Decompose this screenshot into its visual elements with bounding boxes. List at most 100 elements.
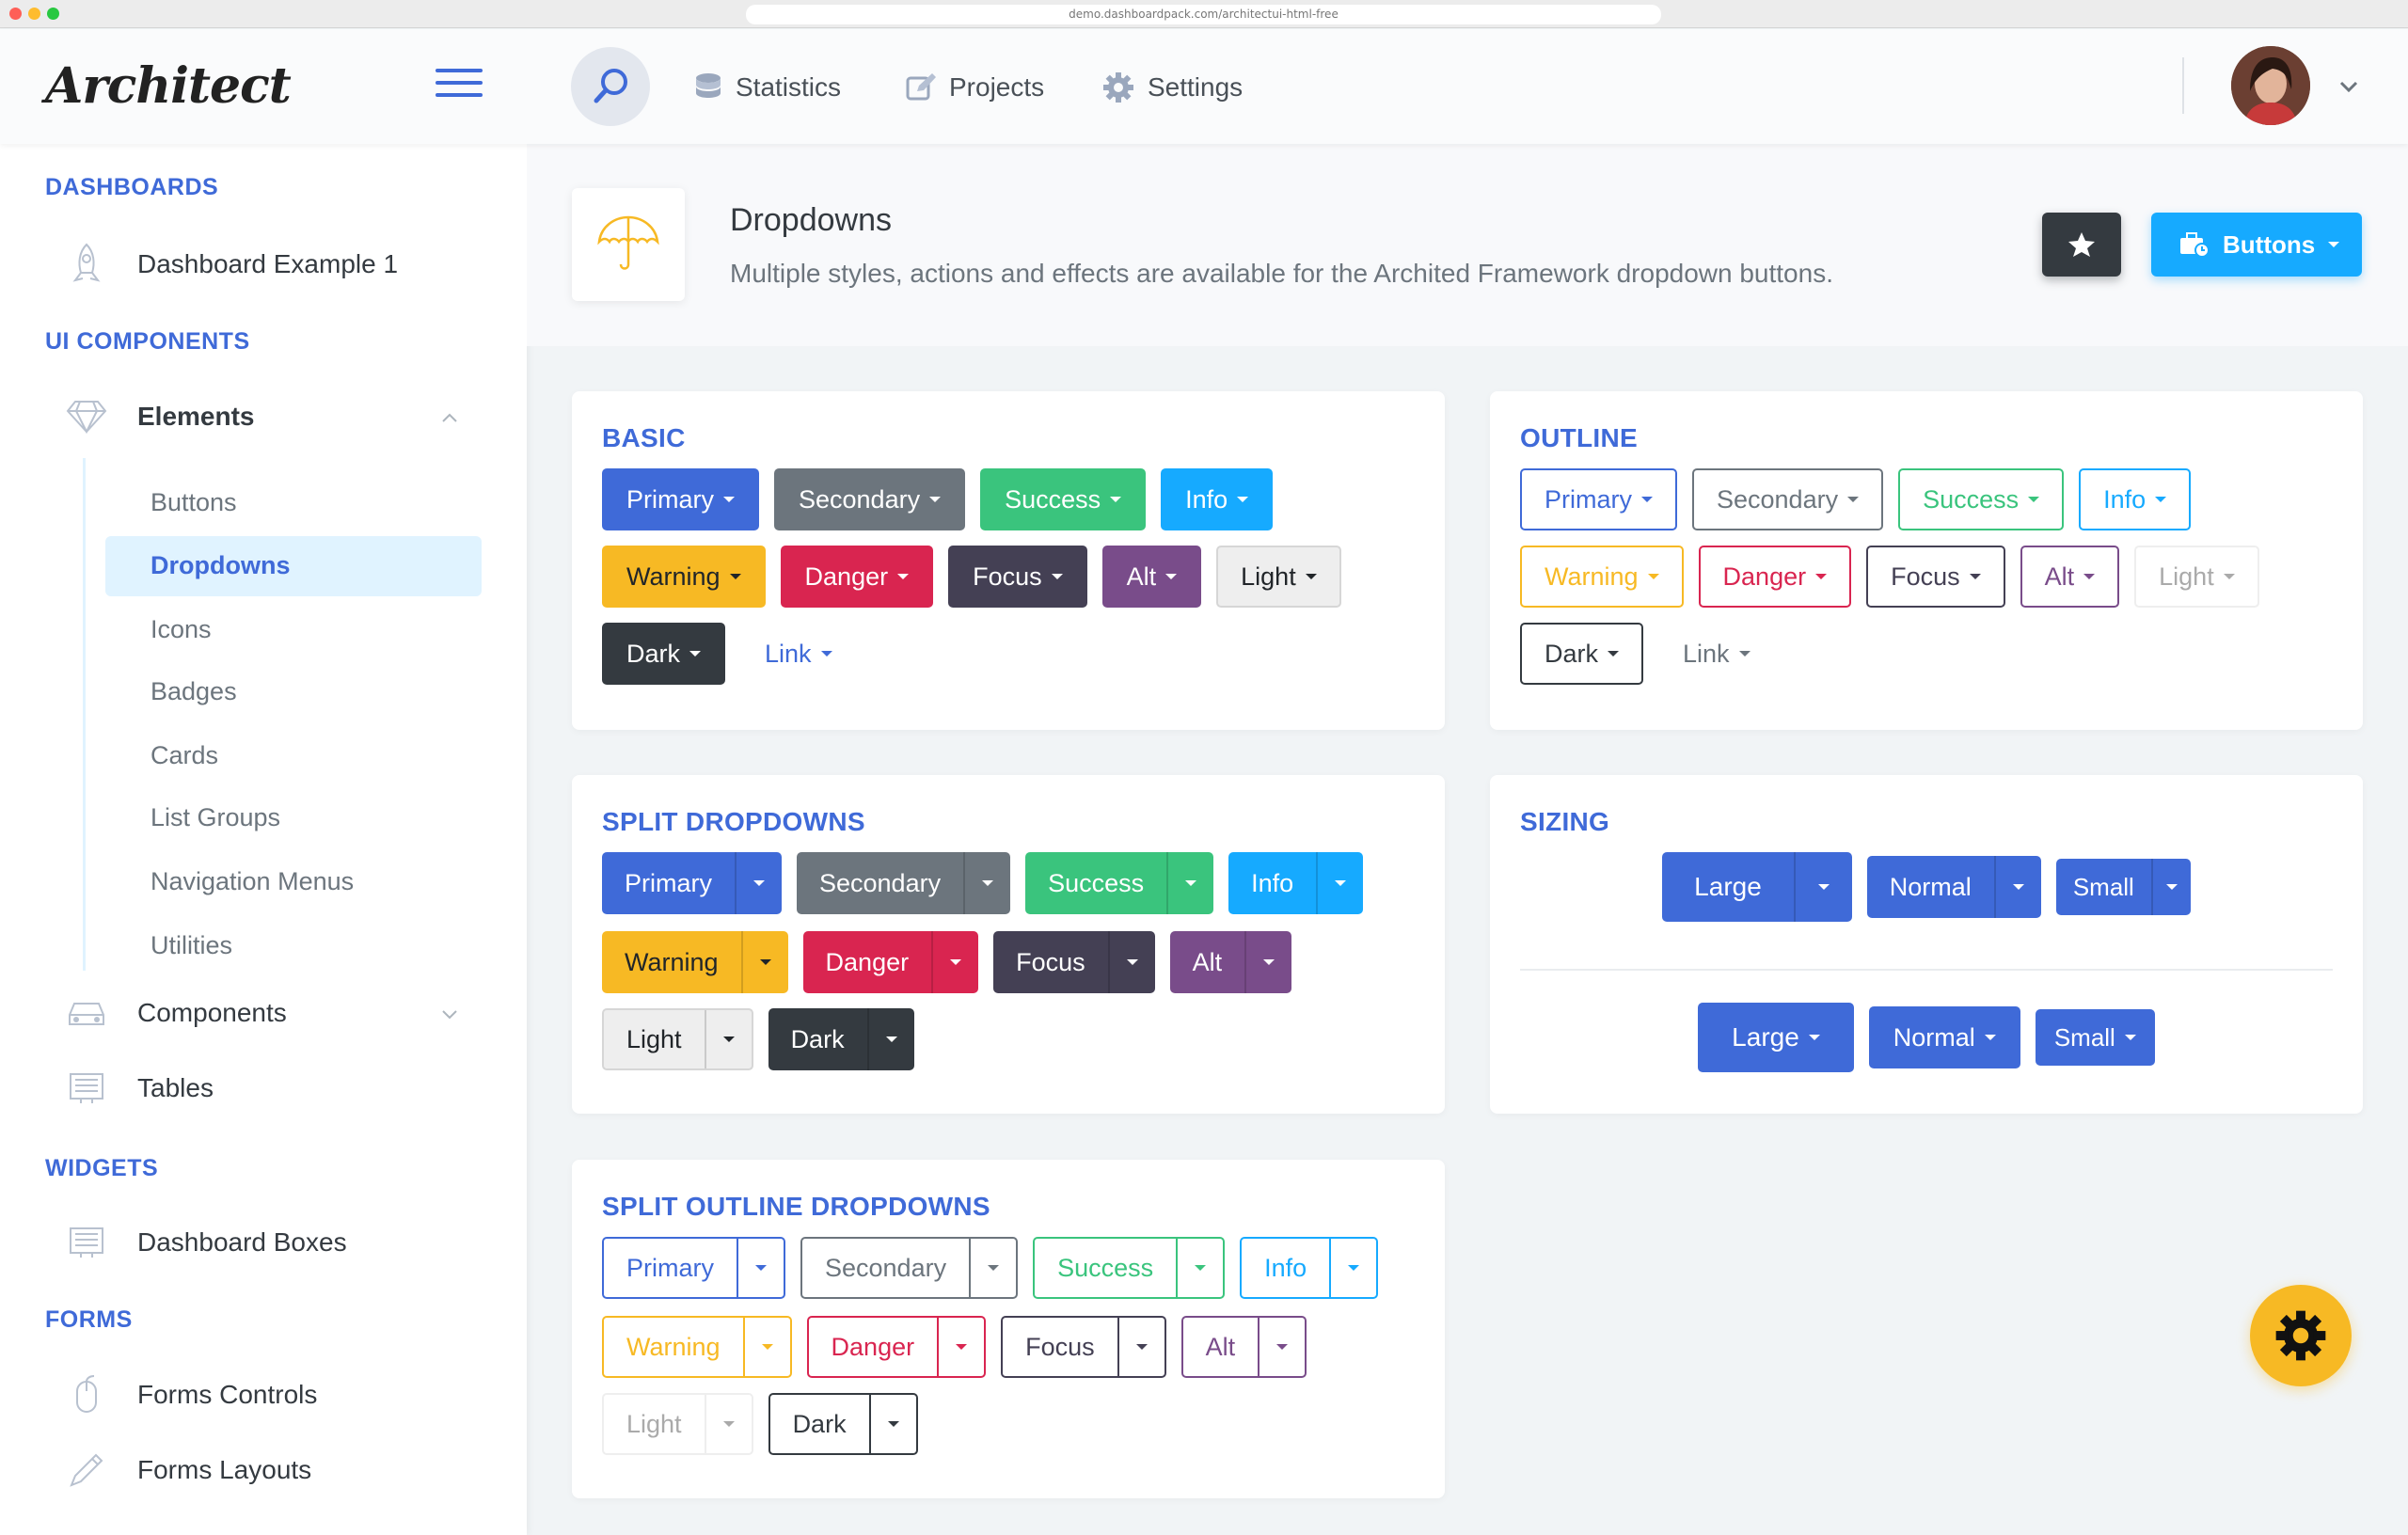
split-dropdown-dark[interactable]: Dark — [768, 1008, 914, 1070]
split-dropdown-large[interactable]: Large — [1662, 852, 1852, 922]
split-toggle[interactable] — [1176, 1239, 1223, 1297]
dropdown-light[interactable]: Light — [1216, 546, 1341, 608]
dropdown-focus[interactable]: Focus — [948, 546, 1087, 608]
sidebar-item-forms-controls[interactable]: Forms Controls — [64, 1372, 317, 1417]
split-toggle[interactable] — [740, 931, 788, 993]
split-toggle[interactable] — [735, 852, 782, 914]
split-toggle[interactable] — [1258, 1318, 1305, 1376]
outline-dropdown-primary[interactable]: Primary — [1520, 468, 1677, 530]
split-dropdown-alt[interactable]: Alt — [1169, 931, 1292, 993]
maximize-window-icon[interactable] — [47, 8, 59, 20]
split-outline-focus[interactable]: Focus — [1001, 1316, 1166, 1378]
dropdown-small[interactable]: Small — [2035, 1009, 2155, 1066]
chevron-down-icon[interactable] — [2335, 72, 2363, 101]
sidebar-sub-buttons[interactable]: Buttons — [150, 488, 237, 517]
sidebar-sub-navigation-menus[interactable]: Navigation Menus — [150, 867, 354, 896]
dropdown-success[interactable]: Success — [980, 468, 1147, 530]
split-dropdown-light[interactable]: Light — [602, 1008, 753, 1070]
address-bar[interactable]: demo.dashboardpack.com/architectui-html-… — [746, 5, 1661, 24]
dropdown-primary[interactable]: Primary — [602, 468, 759, 530]
split-outline-alt[interactable]: Alt — [1180, 1316, 1307, 1378]
split-toggle[interactable] — [969, 1239, 1016, 1297]
dropdown-danger[interactable]: Danger — [780, 546, 934, 608]
split-toggle[interactable] — [1316, 852, 1363, 914]
split-dropdown-success[interactable]: Success — [1025, 852, 1214, 914]
split-toggle[interactable] — [937, 1318, 984, 1376]
split-toggle[interactable] — [742, 1318, 790, 1376]
split-toggle[interactable] — [1107, 931, 1155, 993]
sidebar-item-dashboard-boxes[interactable]: Dashboard Boxes — [64, 1220, 347, 1265]
dropdown-dark[interactable]: Dark — [602, 623, 726, 685]
split-toggle[interactable] — [868, 1395, 916, 1453]
split-toggle[interactable] — [704, 1395, 752, 1453]
dropdown-link[interactable]: Link — [740, 623, 857, 685]
nav-settings[interactable]: Settings — [1102, 71, 1243, 104]
close-window-icon[interactable] — [9, 8, 22, 20]
split-toggle[interactable] — [737, 1239, 784, 1297]
outline-dropdown-warning[interactable]: Warning — [1520, 546, 1684, 608]
dropdown-info[interactable]: Info — [1161, 468, 1274, 530]
split-toggle[interactable] — [2150, 859, 2191, 915]
split-outline-success[interactable]: Success — [1033, 1237, 1226, 1299]
dropdown-normal[interactable]: Normal — [1868, 1006, 2020, 1068]
split-toggle[interactable] — [1166, 852, 1213, 914]
outline-dropdown-light[interactable]: Light — [2134, 546, 2259, 608]
split-outline-primary[interactable]: Primary — [602, 1237, 785, 1299]
sidebar-sub-utilities[interactable]: Utilities — [150, 931, 232, 960]
chevron-up-icon[interactable] — [438, 408, 461, 427]
outline-dropdown-link[interactable]: Link — [1658, 623, 1775, 685]
sidebar-item-dashboard-example-1[interactable]: Dashboard Example 1 — [64, 242, 398, 287]
outline-dropdown-info[interactable]: Info — [2079, 468, 2192, 530]
split-outline-danger[interactable]: Danger — [806, 1316, 987, 1378]
split-toggle[interactable] — [1993, 856, 2041, 918]
theme-settings-button[interactable] — [2250, 1285, 2352, 1386]
split-dropdown-info[interactable]: Info — [1228, 852, 1364, 914]
outline-dropdown-secondary[interactable]: Secondary — [1692, 468, 1884, 530]
dropdown-secondary[interactable]: Secondary — [774, 468, 966, 530]
sidebar-sub-dropdowns[interactable]: Dropdowns — [150, 551, 291, 580]
dropdown-large[interactable]: Large — [1698, 1003, 1854, 1072]
sidebar-sub-icons[interactable]: Icons — [150, 615, 212, 644]
split-outline-secondary[interactable]: Secondary — [800, 1237, 1019, 1299]
search-button[interactable] — [571, 47, 650, 126]
outline-dropdown-success[interactable]: Success — [1898, 468, 2065, 530]
split-dropdown-primary[interactable]: Primary — [602, 852, 782, 914]
split-outline-light[interactable]: Light — [602, 1393, 753, 1455]
split-dropdown-danger[interactable]: Danger — [802, 931, 979, 993]
dropdown-alt[interactable]: Alt — [1101, 546, 1202, 608]
split-dropdown-normal[interactable]: Normal — [1866, 856, 2041, 918]
split-toggle[interactable] — [1244, 931, 1291, 993]
split-outline-info[interactable]: Info — [1240, 1237, 1379, 1299]
logo[interactable]: Architect — [45, 57, 292, 115]
chevron-down-icon[interactable] — [438, 1005, 461, 1023]
outline-dropdown-danger[interactable]: Danger — [1698, 546, 1852, 608]
split-toggle[interactable] — [704, 1010, 752, 1068]
split-outline-dark[interactable]: Dark — [768, 1393, 918, 1455]
avatar[interactable] — [2231, 46, 2310, 125]
split-dropdown-focus[interactable]: Focus — [993, 931, 1155, 993]
split-toggle[interactable] — [931, 931, 978, 993]
buttons-dropdown-button[interactable]: Buttons — [2151, 213, 2362, 277]
sidebar-sub-list-groups[interactable]: List Groups — [150, 803, 280, 832]
split-outline-warning[interactable]: Warning — [602, 1316, 792, 1378]
outline-dropdown-dark[interactable]: Dark — [1520, 623, 1644, 685]
sidebar-sub-cards[interactable]: Cards — [150, 741, 218, 770]
split-toggle[interactable] — [1329, 1239, 1376, 1297]
nav-projects[interactable]: Projects — [906, 71, 1044, 104]
sidebar-item-forms-layouts[interactable]: Forms Layouts — [64, 1448, 311, 1493]
favorite-button[interactable] — [2042, 213, 2121, 277]
split-toggle[interactable] — [1117, 1318, 1164, 1376]
split-dropdown-warning[interactable]: Warning — [602, 931, 788, 993]
dropdown-warning[interactable]: Warning — [602, 546, 766, 608]
split-toggle[interactable] — [963, 852, 1010, 914]
split-toggle[interactable] — [1793, 852, 1852, 922]
sidebar-item-elements[interactable]: Elements — [64, 394, 255, 439]
hamburger-menu-icon[interactable] — [436, 69, 483, 97]
sidebar-item-components[interactable]: Components — [64, 990, 287, 1036]
minimize-window-icon[interactable] — [28, 8, 40, 20]
outline-dropdown-focus[interactable]: Focus — [1866, 546, 2005, 608]
split-dropdown-secondary[interactable]: Secondary — [797, 852, 1011, 914]
nav-statistics[interactable]: Statistics — [694, 71, 841, 104]
sidebar-item-tables[interactable]: Tables — [64, 1066, 214, 1111]
sidebar-sub-badges[interactable]: Badges — [150, 677, 237, 706]
